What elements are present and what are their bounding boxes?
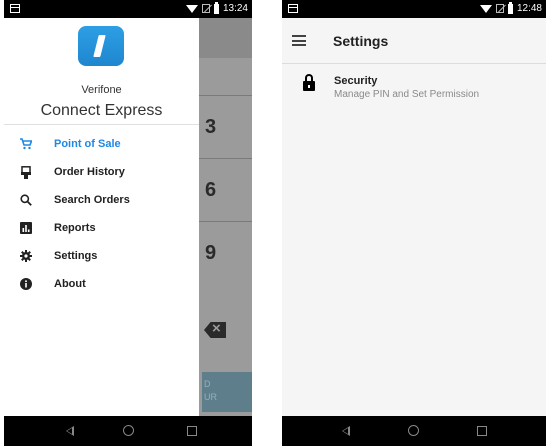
receipt-printer-icon	[14, 165, 38, 179]
page-title: Settings	[333, 33, 389, 49]
menu-item-label: Reports	[54, 222, 96, 234]
setting-title: Security	[334, 75, 378, 87]
background-action-button: D UR	[202, 372, 252, 412]
keypad-key: 9	[199, 221, 252, 284]
home-icon[interactable]	[408, 425, 419, 436]
setting-subtitle: Manage PIN and Set Permission	[334, 89, 480, 100]
background-button-text-1: D	[204, 379, 211, 389]
no-sim-icon	[201, 4, 210, 13]
menu-item-label: About	[54, 278, 86, 290]
right-phone-screen: 12:48 Settings Security Manage PIN and S…	[282, 0, 546, 446]
recent-apps-icon[interactable]	[187, 426, 197, 436]
search-icon	[14, 194, 38, 206]
back-icon[interactable]	[342, 426, 350, 436]
wifi-icon	[185, 4, 198, 13]
battery-icon	[507, 1, 513, 14]
menu-item-reports[interactable]: Reports	[4, 214, 199, 242]
menu-item-order-history[interactable]: Order History	[4, 158, 199, 186]
keypad-key: 3	[199, 95, 252, 158]
no-sim-icon	[495, 4, 504, 13]
info-icon	[14, 278, 38, 290]
back-icon[interactable]	[66, 426, 74, 436]
drawer-menu: Point of Sale Order History Search Order…	[4, 130, 199, 298]
gear-icon	[14, 250, 38, 262]
lock-icon	[303, 74, 315, 91]
navigation-drawer: Verifone Connect Express Point of Sale O…	[4, 18, 199, 416]
brand-app-name: Connect Express	[40, 102, 163, 119]
menu-item-label: Settings	[54, 250, 98, 262]
status-bar: 12:48	[282, 0, 546, 18]
brand-company: Verifone	[81, 84, 122, 96]
recent-apps-icon[interactable]	[477, 426, 487, 436]
settings-item-security[interactable]: Security Manage PIN and Set Permission	[282, 66, 546, 112]
verifone-logo	[78, 26, 124, 66]
menu-item-settings[interactable]: Settings	[4, 242, 199, 270]
menu-item-about[interactable]: About	[4, 270, 199, 298]
app-bar: Settings	[282, 18, 546, 64]
drawer-divider	[4, 124, 199, 125]
keypad-key: 6	[199, 158, 252, 221]
status-time: 13:24	[222, 3, 248, 14]
system-nav-bar	[4, 416, 252, 446]
status-time: 12:48	[516, 3, 542, 14]
cart-icon	[14, 138, 38, 150]
menu-item-point-of-sale[interactable]: Point of Sale	[4, 130, 199, 158]
menu-icon[interactable]	[292, 35, 306, 46]
battery-icon	[213, 1, 219, 14]
wifi-icon	[479, 4, 492, 13]
background-button-text-2: UR	[204, 392, 217, 402]
left-phone-screen: 13:24 3 6 9 D UR Verifone Connect Expres…	[4, 0, 252, 446]
status-bar: 13:24	[4, 0, 252, 18]
system-nav-bar	[282, 416, 546, 446]
notification-icon	[288, 4, 298, 13]
menu-item-search-orders[interactable]: Search Orders	[4, 186, 199, 214]
notification-icon	[10, 4, 20, 13]
home-icon[interactable]	[123, 425, 134, 436]
menu-item-label: Order History	[54, 166, 125, 178]
menu-item-label: Point of Sale	[54, 138, 121, 150]
menu-item-label: Search Orders	[54, 194, 130, 206]
bar-chart-icon	[14, 222, 38, 234]
background-keypad: 3 6 9	[199, 95, 252, 284]
